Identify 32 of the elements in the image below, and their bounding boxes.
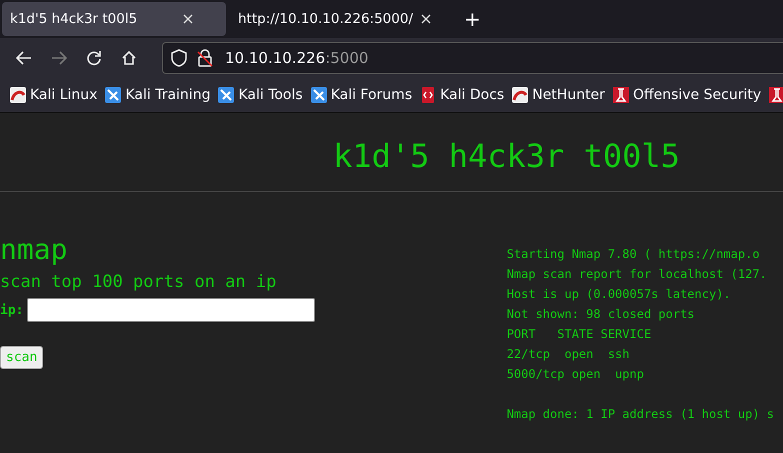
bookmark-icon[interactable] [218, 87, 234, 103]
bookmark-icon[interactable] [105, 87, 122, 103]
bookmark[interactable]: Offensive Security [612, 87, 762, 103]
lock-icon[interactable] [197, 49, 213, 67]
home-icon[interactable] [121, 50, 137, 66]
field-label: ip: [0, 302, 24, 318]
bookmark[interactable]: Kali Forums [310, 87, 412, 103]
tool-description: scan top 100 ports on an ip [0, 272, 278, 292]
address-bar[interactable]: 10.10.10.226:5000 [162, 42, 783, 74]
bookmark-icon[interactable] [612, 87, 629, 103]
scan-output: Starting Nmap 7.80 ( https://nmap.o Nmap scan report for localhost (127. Host is up (0.000057s latency). Not shown: 98 closed ports PORT STATE SERVICE 22/tcp open ssh 5000/tcp open upnp Nmap done: 1 IP address (1 host up) s [506, 246, 774, 423]
bookmark[interactable]: Kali Docs [420, 87, 504, 103]
browser-tab[interactable]: k1d'5 h4ck3r t00l5 [2, 2, 226, 36]
bookmark-icon[interactable] [310, 87, 327, 103]
tool-heading: nmap [0, 234, 68, 266]
url-text: 10.10.10.226:5000 [225, 49, 368, 67]
bookmark-icon[interactable] [512, 87, 528, 103]
ip-input-field[interactable] [27, 298, 316, 322]
browser-tab[interactable]: http://10.10.10.226:5000/ [230, 2, 454, 36]
bookmark-icon[interactable] [420, 87, 436, 103]
back-icon[interactable] [16, 51, 32, 65]
bookmark[interactable]: Kali Tools [218, 87, 303, 103]
close-icon[interactable] [421, 14, 431, 24]
page-title: k1d'5 h4ck3r t00l5 [332, 136, 681, 177]
shield-icon[interactable] [171, 49, 187, 67]
bookmark[interactable]: Kali Linux [10, 87, 98, 103]
new-tab-button[interactable]: + [458, 7, 487, 31]
reload-icon[interactable] [86, 50, 102, 66]
bookmark[interactable]: Kali Training [105, 87, 210, 103]
forward-icon[interactable] [51, 51, 67, 65]
bookmark[interactable]: NetHunter [512, 87, 605, 103]
close-icon[interactable] [183, 14, 193, 24]
